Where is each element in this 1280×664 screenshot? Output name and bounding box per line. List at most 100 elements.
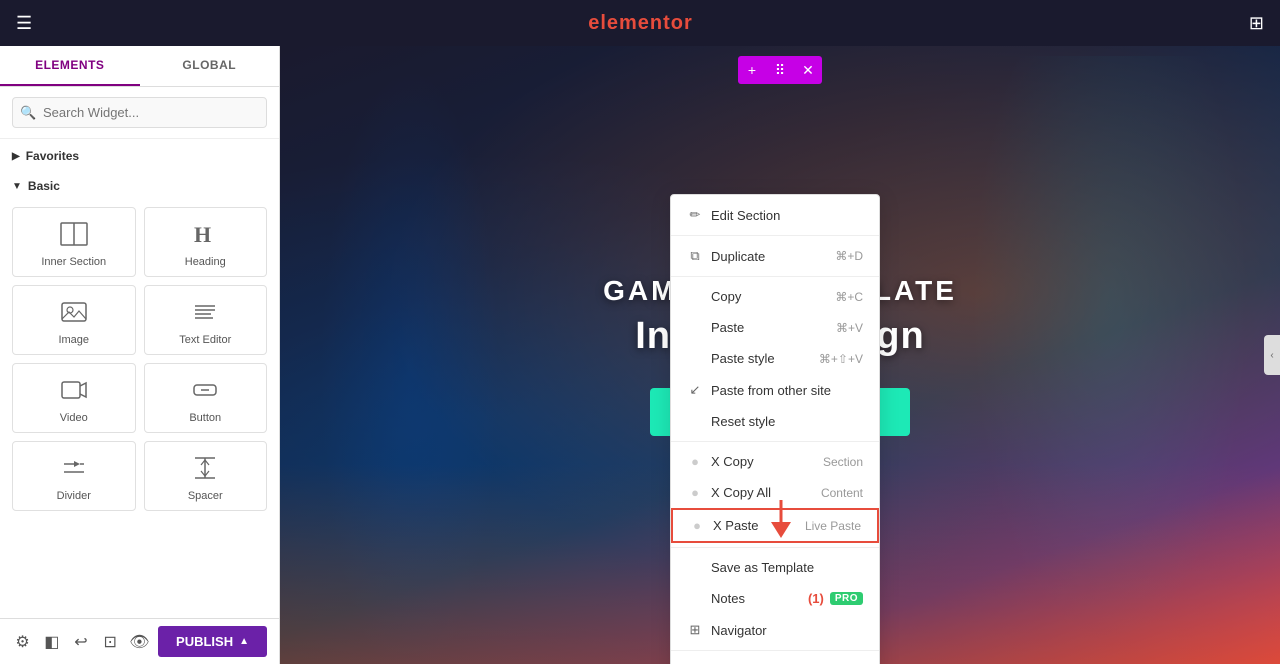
favorites-section[interactable]: ▶ Favorites	[0, 139, 279, 169]
ctx-divider-5	[671, 650, 879, 651]
elementor-logo: elementor	[588, 12, 693, 35]
publish-label: PUBLISH	[176, 634, 233, 649]
paste-other-icon: ↙	[687, 382, 703, 398]
ctx-x-paste[interactable]: ● X Paste Live Paste	[671, 508, 879, 543]
ctx-copy-shortcut: ⌘+C	[835, 290, 863, 304]
widget-button-label: Button	[189, 412, 221, 424]
ctx-x-paste-sublabel: Live Paste	[805, 519, 861, 533]
ctx-paste-style[interactable]: Paste style ⌘+⇧+V	[671, 343, 879, 374]
canvas-area: + ⠿ ✕ GAMESITE TEMPLATE ing Site Design …	[280, 46, 1280, 664]
ctx-edit-section[interactable]: ✏ Edit Section	[671, 199, 879, 231]
widget-heading[interactable]: H Heading	[144, 207, 268, 277]
tab-elements[interactable]: ELEMENTS	[0, 46, 140, 86]
ctx-divider-3	[671, 441, 879, 442]
ctx-divider-2	[671, 276, 879, 277]
section-toolbar: + ⠿ ✕	[738, 56, 822, 84]
basic-section[interactable]: ▼ Basic	[0, 169, 279, 199]
widget-video[interactable]: Video	[12, 363, 136, 433]
inner-section-icon	[60, 222, 88, 250]
button-icon	[191, 378, 219, 406]
ctx-paste-style-label: Paste style	[711, 351, 775, 366]
basic-label: Basic	[28, 179, 60, 193]
favorites-label: Favorites	[26, 149, 79, 163]
sidebar-tabs: ELEMENTS GLOBAL	[0, 46, 279, 87]
top-bar: ☰ elementor ⊞	[0, 0, 1280, 46]
ctx-delete[interactable]: 🗑 Delete ⌦	[671, 655, 879, 664]
layers-icon[interactable]: ◧	[41, 626, 62, 658]
widget-button[interactable]: Button	[144, 363, 268, 433]
spacer-icon	[191, 456, 219, 484]
ctx-duplicate-label: Duplicate	[711, 249, 765, 264]
ctx-x-copy[interactable]: ● X Copy Section	[671, 446, 879, 477]
section-move-button[interactable]: ⠿	[766, 56, 794, 84]
divider-icon	[60, 456, 88, 484]
settings-icon[interactable]: ⚙	[12, 626, 33, 658]
ctx-copy-label: Copy	[711, 289, 741, 304]
hamburger-menu-icon[interactable]: ☰	[16, 13, 32, 34]
ctx-navigator[interactable]: ⊞ Navigator	[671, 614, 879, 646]
widget-divider-label: Divider	[57, 490, 91, 502]
ctx-paste-other[interactable]: ↙ Paste from other site	[671, 374, 879, 406]
ctx-save-template[interactable]: Save as Template	[671, 552, 879, 583]
ctx-paste-other-label: Paste from other site	[711, 383, 831, 398]
widget-inner-section[interactable]: Inner Section	[12, 207, 136, 277]
context-menu: ✏ Edit Section ⧉ Duplicate ⌘+D Copy	[670, 194, 880, 664]
bottom-bar: ⚙ ◧ ↩ ⊡ 👁 PUBLISH ▲	[0, 618, 279, 664]
svg-text:H: H	[194, 222, 211, 246]
search-input[interactable]	[12, 97, 267, 128]
basic-arrow-icon: ▼	[12, 181, 22, 192]
image-icon	[60, 300, 88, 328]
preview-icon[interactable]: 👁	[129, 626, 150, 658]
widget-video-label: Video	[60, 412, 88, 424]
widget-image[interactable]: Image	[12, 285, 136, 355]
history-icon[interactable]: ↩	[70, 626, 91, 658]
tab-global[interactable]: GLOBAL	[140, 46, 280, 86]
red-arrow-indicator	[766, 500, 796, 543]
main-layout: ELEMENTS GLOBAL 🔍 ▶ Favorites ▼ Basic	[0, 46, 1280, 664]
ctx-x-copy-sublabel: Section	[823, 455, 863, 469]
ctx-divider-1	[671, 235, 879, 236]
sidebar: ELEMENTS GLOBAL 🔍 ▶ Favorites ▼ Basic	[0, 46, 280, 664]
navigator-icon: ⊞	[687, 622, 703, 638]
ctx-notes-pro-badge: PRO	[830, 592, 863, 605]
ctx-reset-style[interactable]: Reset style	[671, 406, 879, 437]
grid-icon[interactable]: ⊞	[1249, 13, 1264, 34]
ctx-paste-label: Paste	[711, 320, 744, 335]
ctx-x-copy-label: X Copy	[711, 454, 754, 469]
publish-chevron-icon: ▲	[239, 636, 249, 647]
ctx-divider-4	[671, 547, 879, 548]
text-editor-icon	[191, 300, 219, 328]
publish-button[interactable]: PUBLISH ▲	[158, 626, 267, 657]
responsive-icon[interactable]: ⊡	[100, 626, 121, 658]
ctx-notes[interactable]: Notes (1) PRO	[671, 583, 879, 614]
widget-inner-section-label: Inner Section	[41, 256, 106, 268]
widget-spacer[interactable]: Spacer	[144, 441, 268, 511]
ctx-x-paste-label: X Paste	[713, 518, 759, 533]
ctx-paste-style-shortcut: ⌘+⇧+V	[819, 352, 863, 366]
sidebar-collapse-handle[interactable]: ‹	[1264, 335, 1280, 375]
search-bar: 🔍	[0, 87, 279, 139]
ctx-edit-section-label: Edit Section	[711, 208, 780, 223]
ctx-notes-label: Notes	[711, 591, 745, 606]
ctx-duplicate[interactable]: ⧉ Duplicate ⌘+D	[671, 240, 879, 272]
ctx-copy[interactable]: Copy ⌘+C	[671, 281, 879, 312]
x-copy-all-circle-icon: ●	[687, 485, 703, 500]
section-add-button[interactable]: +	[738, 56, 766, 84]
widget-heading-label: Heading	[185, 256, 226, 268]
ctx-notes-count: (1)	[808, 591, 824, 606]
ctx-x-copy-all-sublabel: Content	[821, 486, 863, 500]
heading-icon: H	[191, 222, 219, 250]
collapse-icon: ‹	[1270, 350, 1273, 361]
x-copy-circle-icon: ●	[687, 454, 703, 469]
ctx-paste[interactable]: Paste ⌘+V	[671, 312, 879, 343]
ctx-x-copy-all-label: X Copy All	[711, 485, 771, 500]
widget-spacer-label: Spacer	[188, 490, 223, 502]
widgets-grid: Inner Section H Heading	[0, 199, 279, 519]
ctx-paste-shortcut: ⌘+V	[836, 321, 863, 335]
widget-text-editor-label: Text Editor	[179, 334, 231, 346]
section-close-button[interactable]: ✕	[794, 56, 822, 84]
widget-divider[interactable]: Divider	[12, 441, 136, 511]
ctx-save-template-label: Save as Template	[711, 560, 814, 575]
edit-icon: ✏	[687, 207, 703, 223]
widget-text-editor[interactable]: Text Editor	[144, 285, 268, 355]
